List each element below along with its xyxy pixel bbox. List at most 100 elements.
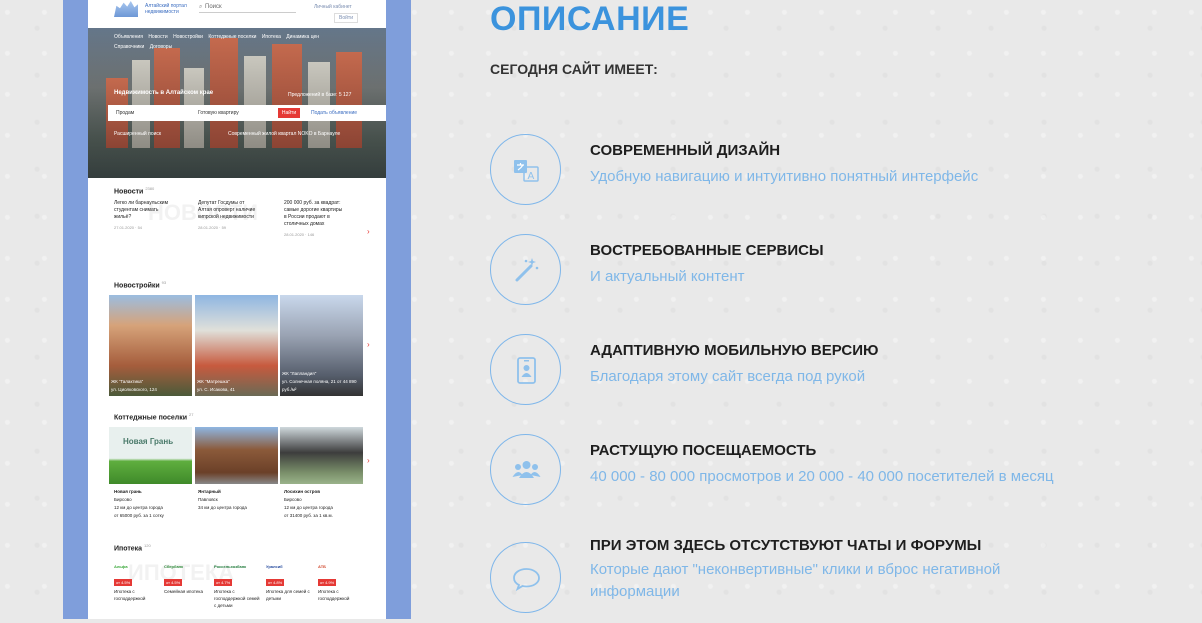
cottages-title: Коттеджные поселки	[114, 414, 188, 422]
new-build-caption: ЖК "Лапландия" ул. Солнечная поляна, 21 …	[282, 370, 361, 394]
nav-item[interactable]: Коттеджные поселки	[208, 34, 256, 40]
feature-title: РАСТУЩУЮ ПОСЕЩАЕМОСТЬ	[590, 442, 817, 459]
new-build-name: ЖК "Матрешка"	[197, 379, 230, 384]
cottage-info[interactable]: Янтарный Павловск 34 км до центра города	[198, 488, 278, 512]
cottage-price: от 31400 руб. за 1 кв.м.	[284, 513, 333, 518]
hero-banner: Объявления Новости Новостройки Коттеджны…	[88, 28, 386, 178]
mortgage-offer[interactable]: Россельхозбанк от 4.7% Ипотека с господд…	[214, 563, 260, 609]
nav-item[interactable]: Справочники	[114, 44, 144, 50]
new-builds-section-title[interactable]: Новостройки 93	[114, 280, 166, 289]
mortgage-offer-text: Ипотека с господдержкой семей с детьми	[214, 589, 260, 608]
cottages-count: 27	[188, 412, 194, 417]
cottage-card-image[interactable]	[280, 427, 363, 484]
cottage-card-image[interactable]	[195, 427, 278, 484]
cottage-distance: 34 км до центра города	[198, 505, 247, 510]
cottage-area: Бирсово	[114, 497, 132, 502]
magic-wand-icon	[515, 258, 539, 282]
mortgage-rate: от 4.5%	[114, 579, 133, 586]
search-form: Продам Готовую квартиру Найти Подать объ…	[108, 105, 386, 121]
new-build-address: ул. Циолковского, 124	[111, 387, 157, 392]
add-listing-link[interactable]: Подать объявление	[311, 110, 357, 116]
feature-title: ВОСТРЕБОВАННЫЕ СЕРВИСЫ	[590, 242, 824, 259]
mobile-user-icon	[517, 357, 536, 384]
mortgage-rate: от 4.7%	[214, 579, 233, 586]
news-headline: 200 000 руб. за квадрат: самые дорогие к…	[284, 200, 343, 227]
advanced-search-link[interactable]: Расширенный поиск	[114, 131, 161, 137]
feature-item: АДАПТИВНУЮ МОБИЛЬНУЮ ВЕРСИЮ Благодаря эт…	[490, 334, 1190, 406]
cottages-section-title[interactable]: Коттеджные поселки 27	[114, 412, 193, 421]
cottage-name: Новая грань	[114, 489, 142, 494]
mortgage-rate: от 4.8%	[266, 579, 285, 586]
mortgage-offer[interactable]: Альфа от 4.5% Ипотека с господдержкой	[114, 563, 160, 602]
cabinet-link[interactable]: Личный кабинет	[314, 4, 352, 10]
new-build-caption: ЖК "Матрешка" ул. С. Исакова, 41	[197, 378, 276, 394]
preview-header: Алтайский портал недвижимости ⌕ Поиск Ли…	[88, 0, 386, 28]
news-item[interactable]: Легко ли барнаульским студентам снимать …	[114, 200, 174, 231]
feature-text: Удобную навигацию и интуитивно понятный …	[590, 168, 979, 185]
bank-logo: Альфа	[114, 564, 128, 569]
cottages-next-arrow[interactable]: ›	[367, 456, 370, 465]
login-button[interactable]: Войти	[334, 13, 358, 23]
mortgage-offer[interactable]: АТБ от 4.9% Ипотека с господдержкой	[318, 563, 364, 602]
deal-type-select[interactable]: Продам	[116, 110, 134, 116]
portal-brand: Алтайский портал недвижимости	[145, 3, 187, 15]
new-build-card[interactable]: ЖК "Галактика" ул. Циолковского, 124	[109, 295, 192, 396]
new-build-name: ЖК "Лапландия"	[282, 371, 317, 376]
new-builds-next-arrow[interactable]: ›	[367, 340, 370, 349]
cottage-name: Лосихин остров	[284, 489, 321, 494]
cottage-card-image[interactable]: Новая Грань	[109, 427, 192, 484]
feature-text: И актуальный контент	[590, 268, 745, 285]
new-build-address: ул. С. Исакова, 41	[197, 387, 235, 392]
news-meta: 27.01.2020 · 54	[114, 225, 143, 230]
cottage-info[interactable]: Новая грань Бирсово 12 км до центра горо…	[114, 488, 194, 520]
listings-count: Предложений в базе: 5 127	[288, 92, 352, 98]
feature-icon-circle: A	[490, 134, 561, 205]
find-button[interactable]: Найти	[278, 108, 300, 118]
news-meta: 28.01.2020 · 146	[284, 232, 315, 237]
property-type-select[interactable]: Готовую квартиру	[198, 110, 239, 116]
news-headline: Депутат Госдумы от Алтая опроверг наличи…	[198, 200, 256, 220]
feature-text: 40 000 - 80 000 просмотров и 20 000 - 40…	[590, 468, 1054, 485]
feature-item: A СОВРЕМЕННЫЙ ДИЗАЙН Удобную навигацию и…	[490, 134, 1190, 206]
users-icon	[512, 461, 541, 478]
nav-item[interactable]: Ипотека	[262, 34, 281, 40]
cottage-distance: 12 км до центра города	[284, 505, 333, 510]
new-builds-title: Новостройки	[114, 282, 160, 290]
feature-item: РАСТУЩУЮ ПОСЕЩАЕМОСТЬ 40 000 - 80 000 пр…	[490, 434, 1190, 506]
feature-title: ПРИ ЭТОМ ЗДЕСЬ ОТСУТСТВУЮТ ЧАТЫ И ФОРУМЫ	[590, 537, 982, 554]
mortgage-offer-text: Ипотека с господдержкой	[114, 589, 146, 601]
mortgage-section-title[interactable]: Ипотека 120	[114, 543, 151, 552]
mortgage-offer[interactable]: Сбербанк от 4.5% Семейная ипотека	[164, 563, 210, 595]
nav-item[interactable]: Договоры	[150, 44, 172, 50]
bank-logo: Сбербанк	[164, 564, 184, 569]
mortgage-rate: от 4.9%	[318, 579, 337, 586]
new-build-card[interactable]: ЖК "Матрешка" ул. С. Исакова, 41	[195, 295, 278, 396]
news-section-title[interactable]: Новости 2380	[114, 186, 154, 195]
nav-item[interactable]: Новостройки	[173, 34, 203, 40]
feature-title: АДАПТИВНУЮ МОБИЛЬНУЮ ВЕРСИЮ	[590, 342, 879, 359]
news-item[interactable]: 200 000 руб. за квадрат: самые дорогие к…	[284, 200, 344, 238]
svg-text:A: A	[528, 171, 535, 182]
feature-icon-circle	[490, 234, 561, 305]
cottage-info[interactable]: Лосихин остров Бирсово 12 км до центра г…	[284, 488, 364, 520]
nav-item[interactable]: Динамика цен	[286, 34, 319, 40]
nav-item[interactable]: Объявления	[114, 34, 143, 40]
preview-search-input[interactable]: ⌕ Поиск	[199, 4, 296, 13]
new-build-card[interactable]: ЖК "Лапландия" ул. Солнечная поляна, 21 …	[280, 295, 363, 396]
news-headline: Легко ли барнаульским студентам снимать …	[114, 200, 169, 220]
news-item[interactable]: Депутат Госдумы от Алтая опроверг наличи…	[198, 200, 258, 231]
news-next-arrow[interactable]: ›	[367, 227, 370, 236]
mortgage-offer[interactable]: Уралсиб от 4.8% Ипотека для семей с деть…	[266, 563, 312, 602]
mortgage-offer-text: Ипотека с господдержкой	[318, 589, 350, 601]
cottage-name: Янтарный	[198, 489, 221, 494]
cottage-area: Павловск	[198, 497, 218, 502]
news-count: 2380	[145, 186, 155, 191]
nav-item[interactable]: Новости	[148, 34, 167, 40]
news-title: Новости	[114, 188, 144, 196]
promo-link[interactable]: Современный жилой квартал NOKO в Барнаул…	[228, 131, 340, 137]
translate-icon: A	[514, 160, 539, 182]
new-build-caption: ЖК "Галактика" ул. Циолковского, 124	[111, 378, 190, 394]
portal-logo[interactable]	[114, 1, 138, 17]
mortgage-offer-text: Ипотека для семей с детьми	[266, 589, 310, 601]
feature-icon-circle	[490, 542, 561, 613]
